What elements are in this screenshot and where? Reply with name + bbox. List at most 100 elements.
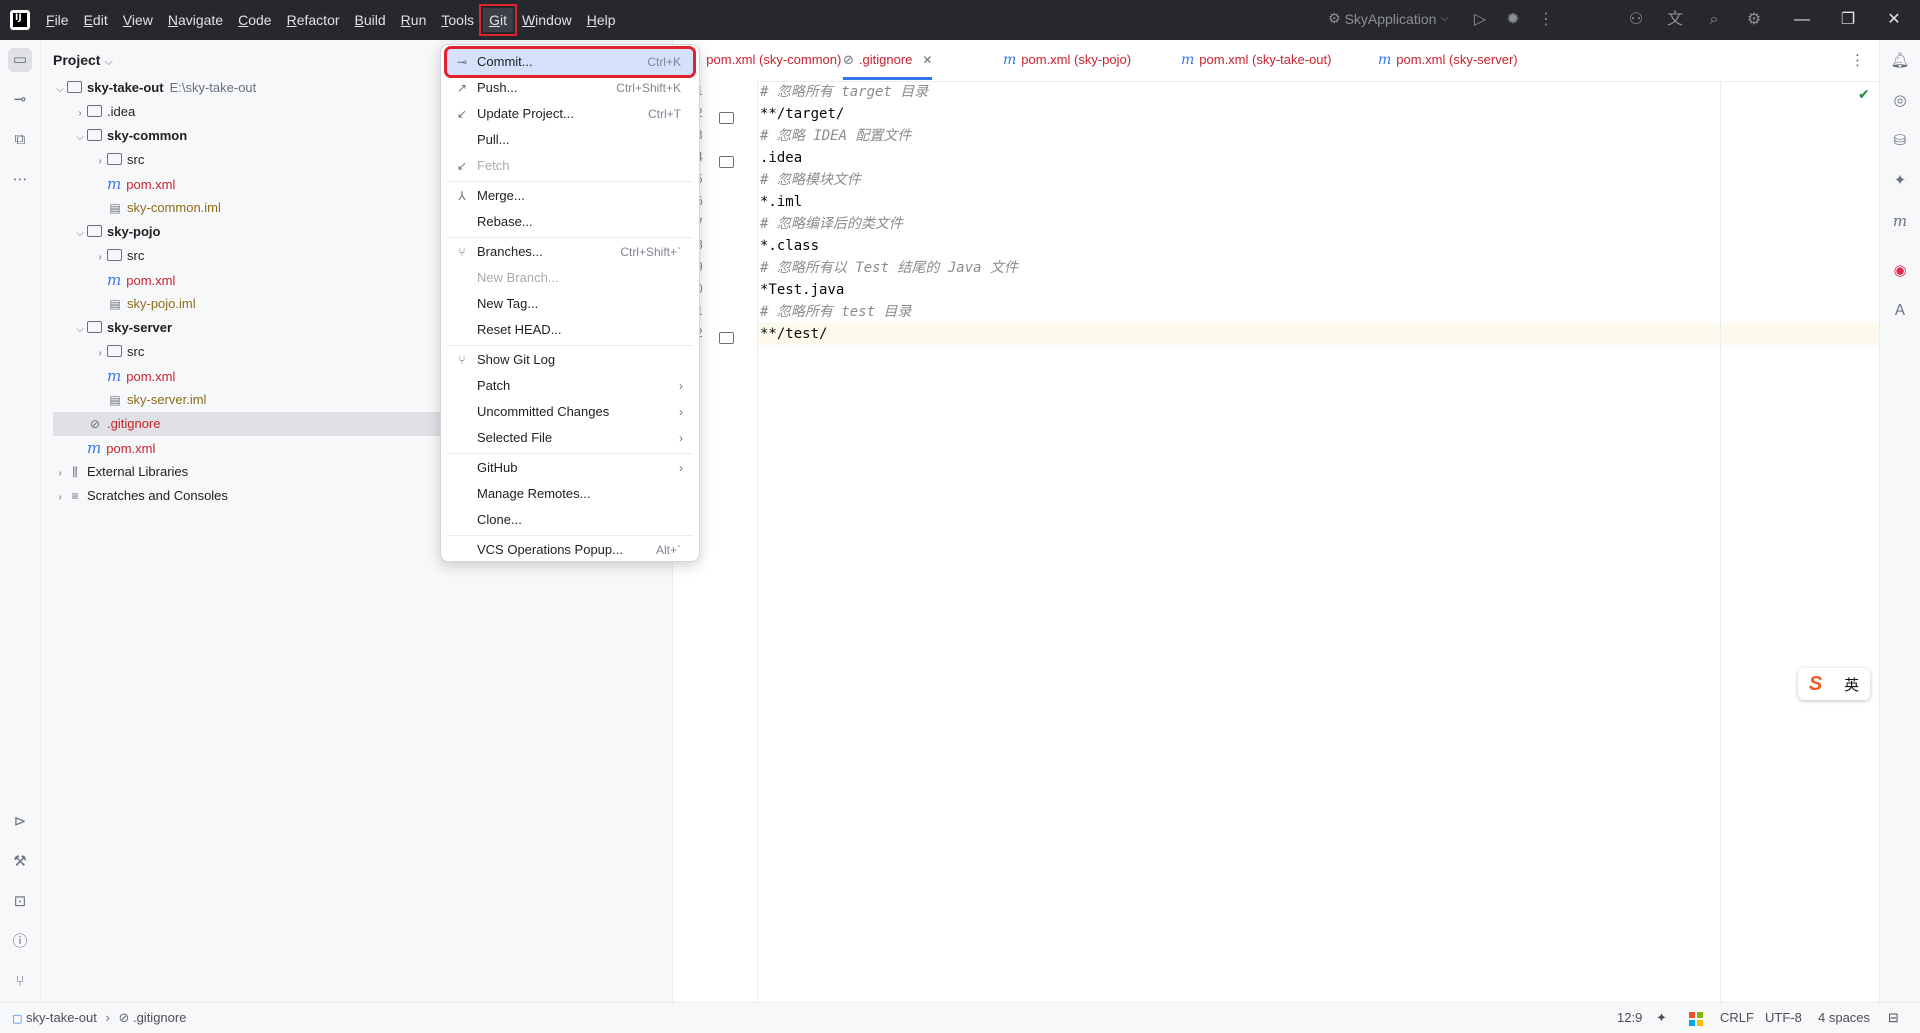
git-menu-reset-head[interactable]: Reset HEAD... — [447, 317, 693, 343]
read-only-lock-icon[interactable]: ⊟ — [1888, 1010, 1899, 1026]
breadcrumb-file[interactable]: .gitignore — [133, 1010, 186, 1025]
chevron-down-icon[interactable]: ⌵ — [73, 318, 87, 342]
editor-tab[interactable]: m pom.xml (sky-pojo) — [1003, 40, 1131, 80]
more-tabs-icon[interactable]: ⋮ — [1850, 51, 1865, 69]
git-menu-selected-file[interactable]: Selected File › — [447, 425, 693, 451]
ime-input-widget[interactable]: S 英 — [1798, 668, 1870, 700]
menu-view[interactable]: View — [117, 8, 159, 32]
git-menu-push[interactable]: ↗ Push... Ctrl+Shift+K — [447, 75, 693, 101]
git-menu-branches[interactable]: ⑂ Branches... Ctrl+Shift+` — [447, 239, 693, 265]
chevron-right-icon[interactable]: › — [93, 246, 107, 270]
chevron-right-icon[interactable]: › — [73, 102, 87, 126]
folder-gutter-icon[interactable] — [719, 156, 734, 168]
menu-tools[interactable]: Tools — [435, 8, 480, 32]
maven-icon[interactable]: m — [1889, 210, 1911, 232]
git-menu-fetch: ↙ Fetch — [447, 153, 693, 179]
gitignore-file-icon: ⊘ — [843, 52, 854, 67]
folder-gutter-icon[interactable] — [719, 112, 734, 124]
run-icon[interactable]: ▷ — [1470, 10, 1490, 30]
menu-refactor[interactable]: Refactor — [281, 8, 346, 32]
menu-item-label: GitHub — [477, 460, 518, 475]
editor-tab[interactable]: mpom.xml (sky-common) — [688, 40, 841, 80]
close-window-icon[interactable]: ✕ — [1882, 8, 1906, 32]
menu-item-label: Rebase... — [477, 214, 533, 229]
search-icon[interactable]: ⌕ — [1704, 10, 1724, 30]
minimize-window-icon[interactable]: — — [1790, 8, 1814, 32]
database-icon[interactable]: ⛁ — [1889, 130, 1911, 152]
breadcrumb-root[interactable]: sky-take-out — [26, 1010, 97, 1025]
intellij-logo-icon[interactable] — [10, 10, 30, 30]
menu-code[interactable]: Code — [232, 8, 277, 32]
project-view-selector[interactable]: Project ⌵ — [53, 52, 113, 69]
git-menu-commit[interactable]: ⊸ Commit... Ctrl+K — [444, 46, 696, 78]
menu-file[interactable]: File — [40, 8, 75, 32]
git-menu-patch[interactable]: Patch › — [447, 373, 693, 399]
code-with-me-icon[interactable]: ⚇ — [1626, 10, 1646, 30]
notifications-bell-icon[interactable]: 🔔︎ — [1889, 50, 1911, 72]
git-menu-pull[interactable]: Pull... — [447, 127, 693, 153]
chevron-down-icon[interactable]: ⌵ — [73, 126, 87, 150]
folder-gutter-icon[interactable] — [719, 332, 734, 344]
run-configuration-selector[interactable]: ⚙ SkyApplication ⌵ — [1328, 10, 1449, 27]
git-menu-github[interactable]: GitHub › — [447, 455, 693, 481]
git-menu-merge[interactable]: ⅄ Merge... — [447, 183, 693, 209]
encoding-selector[interactable]: UTF-8 — [1765, 1010, 1802, 1025]
update-icon: ↙ — [456, 107, 468, 121]
git-menu-uncommitted-changes[interactable]: Uncommitted Changes › — [447, 399, 693, 425]
no-problems-check-icon[interactable]: ✔ — [1858, 86, 1870, 103]
chevron-right-icon[interactable]: › — [53, 486, 67, 510]
chevron-down-icon[interactable]: ⌵ — [73, 222, 87, 246]
menu-git[interactable]: Git — [479, 4, 517, 36]
editor-tab[interactable]: ⊘ .gitignore ✕ — [843, 40, 933, 80]
menu-help[interactable]: Help — [581, 8, 622, 32]
chevron-down-icon[interactable]: ⌵ — [53, 78, 67, 102]
plugin-red-icon[interactable]: ◉ — [1889, 260, 1911, 282]
project-tool-icon[interactable]: ▭ — [8, 48, 32, 72]
restore-window-icon[interactable]: ❐ — [1836, 8, 1860, 32]
copilot-icon[interactable]: ✦ — [1889, 170, 1911, 192]
chevron-right-icon[interactable]: › — [93, 342, 107, 366]
line-ending-selector[interactable]: CRLF — [1720, 1010, 1754, 1025]
menu-window[interactable]: Window — [516, 8, 578, 32]
git-menu-manage-remotes[interactable]: Manage Remotes... — [447, 481, 693, 507]
services-tool-icon[interactable]: ⊳ — [8, 810, 32, 834]
git-menu-vcs-operations-popup[interactable]: VCS Operations Popup... Alt+` — [447, 537, 693, 563]
tree-item-path: E:\sky-take-out — [169, 80, 257, 95]
caret-position[interactable]: 12:9 — [1617, 1010, 1642, 1025]
libraries-icon: ⫼ — [72, 465, 78, 479]
maven-file-icon: m — [1003, 52, 1017, 68]
structure-tool-icon[interactable]: ⧉ — [8, 128, 32, 152]
indent-selector[interactable]: 4 spaces — [1818, 1010, 1870, 1025]
more-tools-icon[interactable]: ⋯ — [8, 168, 32, 192]
translation-panel-icon[interactable]: Ａ — [1889, 300, 1911, 322]
problems-tool-icon[interactable]: ⓘ — [8, 930, 32, 954]
menu-edit[interactable]: Edit — [78, 8, 114, 32]
editor-tab[interactable]: m pom.xml (sky-take-out) — [1181, 40, 1331, 80]
translate-icon[interactable]: 文 — [1665, 10, 1685, 30]
more-actions-icon[interactable]: ⋮ — [1536, 10, 1556, 30]
terminal-tool-icon[interactable]: ⊡ — [8, 890, 32, 914]
copilot-status-icon[interactable]: ✦ — [1656, 1010, 1667, 1026]
git-menu-rebase[interactable]: Rebase... — [447, 209, 693, 235]
build-tool-icon[interactable]: ⚒ — [8, 850, 32, 874]
menu-run[interactable]: Run — [395, 8, 433, 32]
ai-assistant-icon[interactable]: ◎ — [1889, 90, 1911, 112]
menu-item-label: Show Git Log — [477, 352, 556, 367]
commit-tool-icon[interactable]: ⊸ — [8, 88, 32, 112]
git-menu-new-tag[interactable]: New Tag... — [447, 291, 693, 317]
editor-code-area[interactable]: # 忽略所有 target 目录 **/target/ # 忽略 IDEA 配置文件… — [758, 81, 1880, 1002]
git-menu-show-git-log[interactable]: ⑂ Show Git Log — [447, 347, 693, 373]
menu-navigate[interactable]: Navigate — [162, 8, 229, 32]
editor-tab-label: pom.xml (sky-take-out) — [1199, 52, 1332, 67]
chevron-right-icon[interactable]: › — [93, 150, 107, 174]
settings-gear-icon[interactable]: ⚙ — [1744, 10, 1764, 30]
editor-tab[interactable]: m pom.xml (sky-server) — [1378, 40, 1518, 80]
git-menu-clone[interactable]: Clone... — [447, 507, 693, 533]
menu-build[interactable]: Build — [349, 8, 392, 32]
git-tool-icon[interactable]: ⑂ — [8, 970, 32, 994]
git-menu-update-project[interactable]: ↙ Update Project... Ctrl+T — [447, 101, 693, 127]
chevron-right-icon[interactable]: › — [53, 462, 67, 486]
close-tab-icon[interactable]: ✕ — [922, 53, 932, 67]
module-folder-icon — [87, 225, 102, 237]
debug-icon[interactable]: ✹ — [1503, 10, 1523, 30]
